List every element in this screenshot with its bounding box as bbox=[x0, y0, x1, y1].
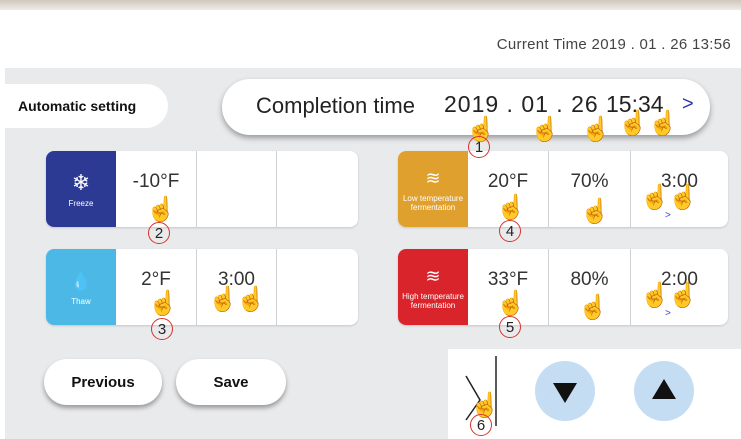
step-number: 6 bbox=[470, 414, 492, 436]
water-drop-icon: 💧 bbox=[69, 270, 93, 291]
hand-pointer-icon: ☝ bbox=[148, 290, 178, 317]
triangle-up-icon bbox=[652, 379, 676, 399]
low-humidity: 70% bbox=[570, 171, 609, 192]
freeze-time-cell[interactable] bbox=[196, 151, 276, 227]
hand-pointer-icon: ☝ bbox=[496, 290, 526, 317]
completion-time-label: Completion time bbox=[256, 93, 415, 118]
thaw-empty-cell[interactable] bbox=[276, 249, 358, 325]
freeze-mode-button[interactable]: ❄ Freeze bbox=[46, 151, 116, 227]
chevron-down-icon: > bbox=[665, 210, 671, 221]
hand-pointer-icon: ☝ bbox=[581, 116, 611, 143]
high-fermentation-mode-button[interactable]: ≋ High temperature fermentation bbox=[398, 249, 468, 325]
top-strip bbox=[0, 0, 741, 10]
low-fermentation-label: Low temperature fermentation bbox=[402, 194, 464, 212]
current-time-value: 2019 . 01 . 26 13:56 bbox=[591, 36, 731, 53]
previous-button[interactable]: Previous bbox=[44, 359, 162, 405]
chevron-right-icon[interactable]: > bbox=[682, 93, 694, 116]
triangle-down-icon bbox=[553, 383, 577, 403]
chevron-down-icon: > bbox=[665, 308, 671, 319]
thaw-mode-button[interactable]: 💧 Thaw bbox=[46, 249, 116, 325]
hand-pointer-icon: ☝ bbox=[208, 286, 238, 313]
low-temp: 20°F bbox=[487, 171, 529, 192]
hand-pointer-icon: ☝ bbox=[146, 196, 176, 223]
hand-pointer-icon: ☝ bbox=[580, 198, 610, 225]
hand-pointer-icon: ☝ bbox=[640, 282, 670, 309]
hand-pointer-icon: ☝ bbox=[236, 286, 266, 313]
step-number: 4 bbox=[499, 220, 521, 242]
bread-icon: ≋ bbox=[425, 266, 441, 286]
hand-pointer-icon: ☝ bbox=[578, 294, 608, 321]
thaw-row: 💧 Thaw 2°F 3:00 bbox=[46, 249, 358, 325]
hand-pointer-icon: ☝ bbox=[530, 116, 560, 143]
hand-pointer-icon: ☝ bbox=[618, 110, 648, 137]
step-number: 5 bbox=[499, 316, 521, 338]
scroll-up-button[interactable] bbox=[634, 361, 694, 421]
current-time: Current Time 2019 . 01 . 26 13:56 bbox=[497, 36, 731, 53]
completion-date[interactable]: 2019 . 01 . 26 bbox=[444, 91, 599, 118]
low-fermentation-mode-button[interactable]: ≋ Low temperature fermentation bbox=[398, 151, 468, 227]
hand-pointer-icon: ☝ bbox=[640, 184, 670, 211]
hand-pointer-icon: ☝ bbox=[668, 282, 698, 309]
automatic-setting-tab[interactable]: Automatic setting bbox=[0, 84, 168, 128]
snowflake-icon: ❄ bbox=[71, 169, 91, 195]
freeze-row: ❄ Freeze -10°F bbox=[46, 151, 358, 227]
hand-pointer-icon: ☝ bbox=[668, 184, 698, 211]
freeze-label: Freeze bbox=[68, 198, 94, 208]
step-number: 3 bbox=[151, 318, 173, 340]
freeze-empty-cell[interactable] bbox=[276, 151, 358, 227]
high-temp: 33°F bbox=[487, 269, 529, 290]
freeze-temp: -10°F bbox=[132, 171, 180, 192]
hand-pointer-icon: ☝ bbox=[496, 194, 526, 221]
step-number: 2 bbox=[148, 222, 170, 244]
thaw-temp: 2°F bbox=[141, 269, 171, 290]
current-time-label: Current Time bbox=[496, 36, 588, 53]
scroll-down-button[interactable] bbox=[535, 361, 595, 421]
high-humidity: 80% bbox=[570, 269, 609, 290]
thaw-label: Thaw bbox=[71, 296, 91, 306]
step-number: 1 bbox=[468, 136, 490, 158]
hand-pointer-icon: ☝ bbox=[648, 110, 678, 137]
bread-icon: ≋ bbox=[425, 168, 441, 188]
high-fermentation-label: High temperature fermentation bbox=[402, 292, 464, 310]
save-button[interactable]: Save bbox=[176, 359, 286, 405]
